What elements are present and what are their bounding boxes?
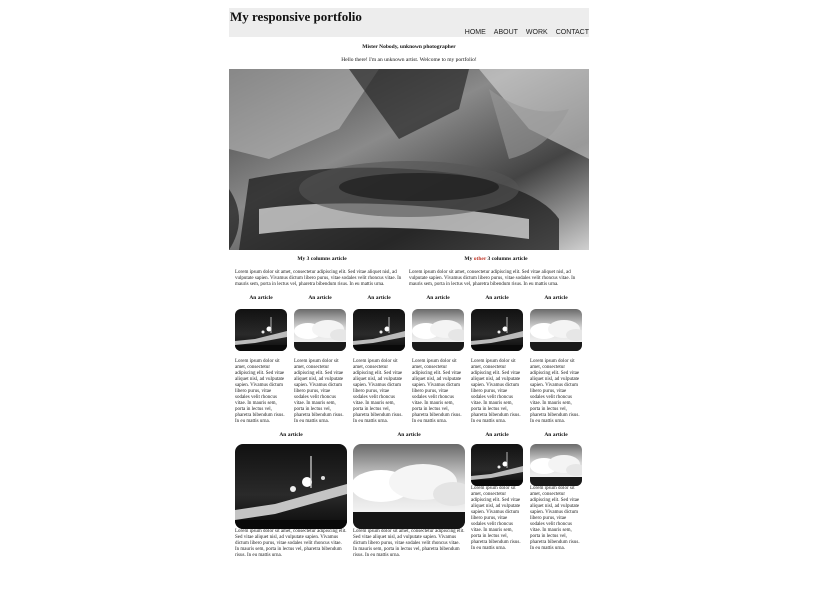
nav-home[interactable]: HOME: [465, 29, 486, 37]
article-card-wide: An article Lorem ipsum dolor sit amet, c…: [353, 432, 465, 559]
nav-contact[interactable]: CONTACT: [556, 29, 589, 37]
article-text: Lorem ipsum dolor sit amet, consectetur …: [353, 529, 465, 558]
article-text: Lorem ipsum dolor sit amet, consectetur …: [412, 359, 462, 424]
article-title: An article: [279, 432, 303, 438]
left-column-text: Lorem ipsum dolor sit amet, consectetur …: [235, 270, 402, 287]
right-column-title: My other 3 columns article: [409, 256, 583, 263]
article-card: An article Lorem ipsum dolor sit amet, c…: [235, 295, 287, 425]
article-title: An article: [544, 432, 568, 438]
article-image-night: [353, 309, 405, 351]
page-subtitle: Mister Nobody, unknown photographer: [362, 44, 456, 50]
article-text: Lorem ipsum dolor sit amet, consectetur …: [530, 359, 580, 424]
article-card-wide: An article Lorem ipsum dolor sit amet, c…: [235, 432, 347, 559]
article-image-clouds: [294, 309, 346, 351]
right-column-article: My other 3 columns article Lorem ipsum d…: [409, 256, 583, 288]
article-text: Lorem ipsum dolor sit amet, consectetur …: [471, 359, 521, 424]
article-title: An article: [249, 295, 273, 301]
article-image-clouds: [530, 444, 582, 486]
article-card: An article Lorem ipsum dolor sit amet, c…: [412, 295, 464, 425]
right-title-accent: other: [473, 256, 487, 262]
nav-about[interactable]: ABOUT: [494, 29, 518, 37]
right-title-suffix: 3 columns article: [486, 256, 528, 262]
right-column-text: Lorem ipsum dolor sit amet, consectetur …: [409, 270, 576, 287]
hero-image: [229, 69, 589, 250]
article-text: Lorem ipsum dolor sit amet, consectetur …: [235, 359, 285, 424]
main-nav: HOME ABOUT WORK CONTACT: [465, 29, 589, 37]
article-image-clouds: [412, 309, 464, 351]
article-title: An article: [367, 295, 391, 301]
article-image-clouds: [353, 444, 465, 529]
two-column-articles: My 3 columns article Lorem ipsum dolor s…: [229, 256, 589, 288]
article-grid-row-2: An article Lorem ipsum dolor sit amet, c…: [229, 432, 589, 559]
article-title: An article: [544, 295, 568, 301]
article-title: An article: [485, 432, 509, 438]
article-title: An article: [426, 295, 450, 301]
article-image-night: [235, 309, 287, 351]
article-grid-row-1: An article Lorem ipsum dolor sit amet, c…: [229, 295, 589, 425]
article-card: An article Lorem ipsum dolor sit amet, c…: [471, 432, 523, 559]
article-card: An article Lorem ipsum dolor sit amet, c…: [530, 432, 582, 559]
article-image-clouds: [530, 309, 582, 351]
article-text: Lorem ipsum dolor sit amet, consectetur …: [530, 486, 580, 551]
site-header: My responsive portfolio HOME ABOUT WORK …: [229, 8, 589, 37]
article-title: An article: [397, 432, 421, 438]
welcome-text: Hello there! I'm an unknown artist. Welc…: [341, 57, 477, 63]
article-text: Lorem ipsum dolor sit amet, consectetur …: [353, 359, 403, 424]
article-text: Lorem ipsum dolor sit amet, consectetur …: [235, 529, 347, 558]
article-card: An article Lorem ipsum dolor sit amet, c…: [530, 295, 582, 425]
article-image-night: [471, 444, 523, 486]
nav-work[interactable]: WORK: [526, 29, 548, 37]
article-image-night: [471, 309, 523, 351]
article-card: An article Lorem ipsum dolor sit amet, c…: [471, 295, 523, 425]
site-title: My responsive portfolio: [230, 9, 362, 24]
article-image-night: [235, 444, 347, 529]
left-column-title: My 3 columns article: [297, 256, 347, 262]
article-title: An article: [308, 295, 332, 301]
article-title: An article: [485, 295, 509, 301]
article-text: Lorem ipsum dolor sit amet, consectetur …: [294, 359, 344, 424]
article-text: Lorem ipsum dolor sit amet, consectetur …: [471, 486, 521, 551]
left-column-article: My 3 columns article Lorem ipsum dolor s…: [235, 256, 409, 288]
page-container: My responsive portfolio HOME ABOUT WORK …: [229, 8, 589, 559]
right-title-prefix: My: [464, 256, 474, 262]
article-card: An article Lorem ipsum dolor sit amet, c…: [294, 295, 346, 425]
article-card: An article Lorem ipsum dolor sit amet, c…: [353, 295, 405, 425]
